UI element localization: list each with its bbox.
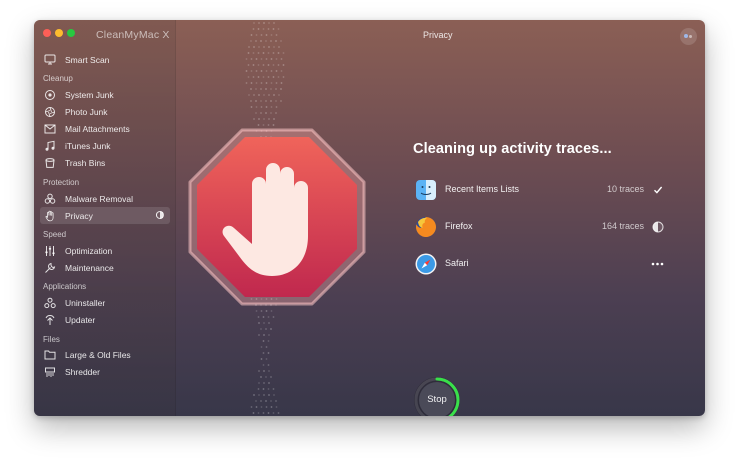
- trace-count: 164 traces: [601, 221, 644, 231]
- item-name: Firefox: [445, 221, 473, 231]
- stop-sign-hand-icon: [188, 128, 366, 306]
- list-item: Safari: [414, 252, 664, 276]
- sidebar-item-label: Privacy: [65, 210, 93, 221]
- hand-icon: [44, 210, 56, 222]
- folder-icon: [44, 349, 56, 361]
- list-item: Firefox 164 traces: [414, 215, 664, 239]
- sliders-icon: [44, 245, 56, 257]
- sidebar-item-large-old-files[interactable]: Large & Old Files: [40, 346, 170, 363]
- checkmark-icon: [651, 183, 664, 196]
- section-label-speed: Speed: [43, 230, 67, 239]
- section-label-cleanup: Cleanup: [43, 74, 73, 83]
- sidebar-item-itunes-junk[interactable]: iTunes Junk: [40, 137, 170, 154]
- sidebar-item-label: Maintenance: [65, 262, 114, 273]
- sidebar-item-label: Mail Attachments: [65, 123, 130, 134]
- item-name: Recent Items Lists: [445, 184, 520, 194]
- sidebar-item-label: System Junk: [65, 89, 114, 100]
- monitor-icon: [44, 54, 56, 66]
- wrench-icon: [44, 262, 56, 274]
- item-name: Safari: [445, 258, 469, 268]
- ellipsis-icon: [651, 257, 664, 270]
- window-title: Privacy: [423, 30, 453, 40]
- sidebar-item-label: Shredder: [65, 366, 100, 377]
- section-label-protection: Protection: [43, 178, 80, 187]
- aperture-icon: [44, 106, 56, 118]
- app-window: CleanMyMac X Privacy Smart Scan Cleanup …: [34, 20, 705, 416]
- uninstaller-icon: [44, 297, 56, 309]
- app-title: CleanMyMac X: [96, 29, 170, 41]
- sidebar-item-system-junk[interactable]: System Junk: [40, 86, 170, 103]
- sidebar-item-smart-scan[interactable]: Smart Scan: [40, 51, 170, 68]
- trash-icon: [44, 157, 56, 169]
- progress-indicator-icon: [156, 211, 164, 219]
- minimize-window-button[interactable]: [55, 29, 63, 37]
- sidebar-item-label: iTunes Junk: [65, 140, 111, 151]
- sidebar-item-optimization[interactable]: Optimization: [40, 242, 170, 259]
- zoom-window-button[interactable]: [67, 29, 75, 37]
- stop-button-label: Stop: [427, 394, 447, 405]
- section-label-files: Files: [43, 335, 60, 344]
- system-junk-icon: [44, 89, 56, 101]
- envelope-icon: [44, 123, 56, 135]
- sidebar-item-updater[interactable]: Updater: [40, 311, 170, 328]
- sidebar-item-shredder[interactable]: Shredder: [40, 363, 170, 380]
- safari-icon: [415, 253, 437, 275]
- shredder-icon: [44, 366, 56, 378]
- sidebar-item-maintenance[interactable]: Maintenance: [40, 259, 170, 276]
- firefox-icon: [416, 217, 436, 237]
- finder-icon: [416, 180, 436, 200]
- biohazard-icon: [44, 193, 56, 205]
- section-label-applications: Applications: [43, 282, 87, 291]
- sidebar-item-label: Photo Junk: [65, 106, 108, 117]
- sidebar-item-malware-removal[interactable]: Malware Removal: [40, 190, 170, 207]
- sidebar-item-label: Smart Scan: [65, 54, 110, 65]
- sidebar-item-label: Optimization: [65, 245, 113, 256]
- sidebar-item-label: Large & Old Files: [65, 349, 131, 360]
- sidebar-item-uninstaller[interactable]: Uninstaller: [40, 294, 170, 311]
- list-item: Recent Items Lists 10 traces: [414, 178, 664, 202]
- sidebar-item-photo-junk[interactable]: Photo Junk: [40, 103, 170, 120]
- sidebar-item-label: Trash Bins: [65, 157, 106, 168]
- sidebar-item-mail-attachments[interactable]: Mail Attachments: [40, 120, 170, 137]
- sidebar-item-trash-bins[interactable]: Trash Bins: [40, 154, 170, 171]
- sidebar-item-label: Uninstaller: [65, 297, 106, 308]
- half-progress-icon: [651, 220, 664, 233]
- stop-button[interactable]: Stop: [412, 375, 462, 416]
- sidebar-item-label: Updater: [65, 314, 96, 325]
- close-window-button[interactable]: [43, 29, 51, 37]
- status-heading: Cleaning up activity traces...: [413, 141, 612, 157]
- trace-count: 10 traces: [606, 184, 644, 194]
- sidebar-item-label: Malware Removal: [65, 193, 134, 204]
- sidebar-item-privacy[interactable]: Privacy: [40, 207, 170, 224]
- music-note-icon: [44, 140, 56, 152]
- assistant-button[interactable]: [680, 28, 697, 45]
- updater-icon: [44, 314, 56, 326]
